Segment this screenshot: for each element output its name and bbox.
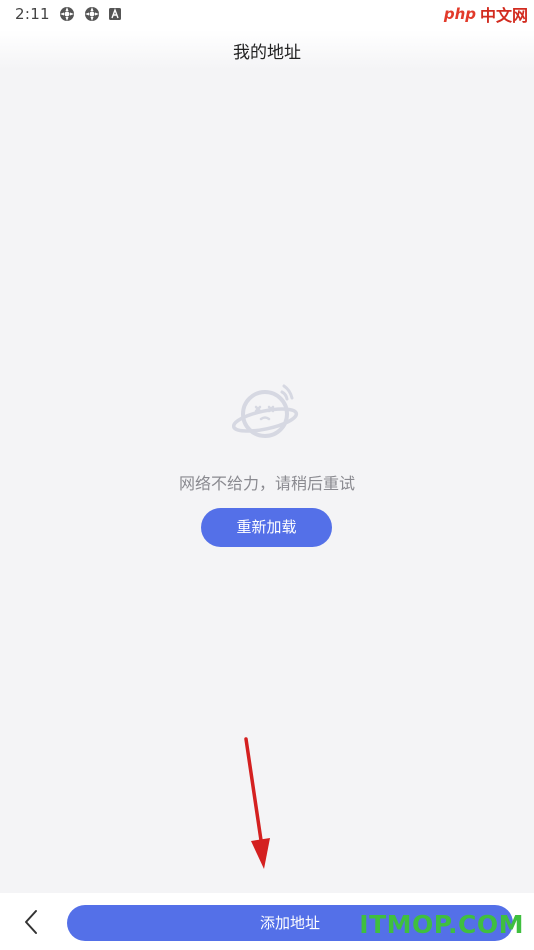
red-arrow-annotation <box>244 737 270 869</box>
app-header: 我的地址 <box>0 30 534 70</box>
network-error-message: 网络不给力，请稍后重试 <box>178 474 355 493</box>
itmop-watermark: ITMOP.COM <box>359 910 524 939</box>
app-a-icon <box>109 8 121 20</box>
status-time: 2:11 <box>15 5 50 23</box>
settings-gear-icon <box>85 7 99 21</box>
settings-gear-icon <box>60 7 74 21</box>
reload-button[interactable]: 重新加载 <box>201 508 332 547</box>
watermark-php-logo: php <box>443 5 476 23</box>
planet-face-icon <box>232 384 299 438</box>
chevron-left-icon[interactable] <box>16 907 46 937</box>
watermark-php-text: 中文网 <box>479 6 528 25</box>
status-right: php 中文网 <box>444 1 528 27</box>
page-title: 我的地址 <box>233 43 301 63</box>
status-bar: 2:11 php 中文网 <box>0 0 534 30</box>
